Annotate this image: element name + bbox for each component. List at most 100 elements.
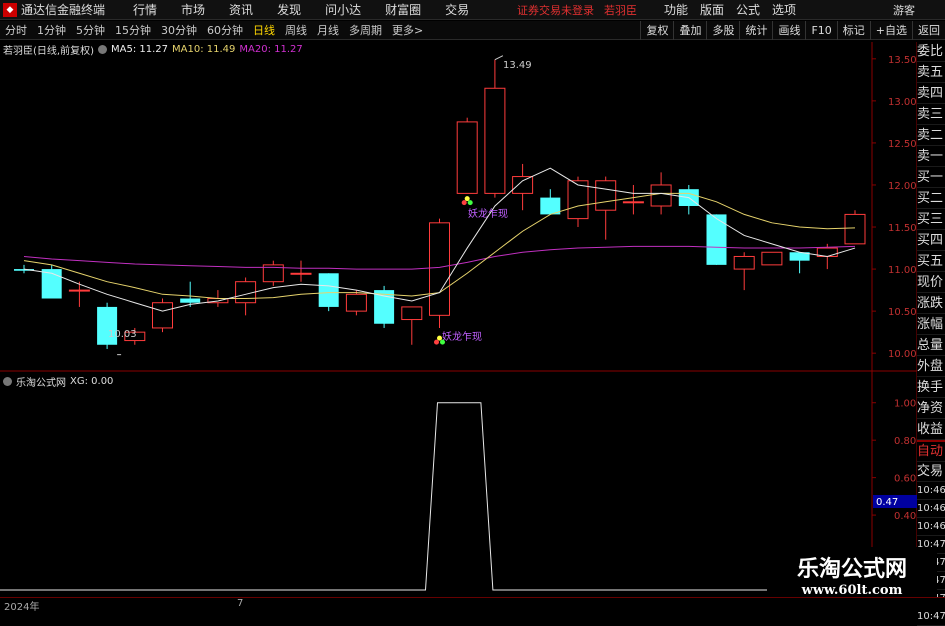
tool-back[interactable]: 返回 [912, 21, 945, 40]
side-tab[interactable]: 涨跌 [917, 293, 945, 314]
login-status-text: 证券交易未登录 [517, 3, 594, 17]
candle-body [318, 273, 339, 307]
stock-legend: 若羽臣(日线,前复权) MA5: 11.27 MA10: 11.49 MA20:… [3, 42, 303, 57]
period-15min[interactable]: 15分钟 [110, 22, 156, 38]
tool-f10[interactable]: F10 [805, 21, 836, 40]
period-multi[interactable]: 多周期 [344, 22, 387, 38]
price-tick-label: 11.50 [888, 223, 917, 234]
candle-body [68, 289, 90, 292]
cursor-value-label: 0.47 [876, 497, 898, 508]
period-more[interactable]: 更多> [387, 22, 428, 38]
candle-body [678, 189, 699, 206]
candle-body [207, 298, 229, 304]
tool-stats[interactable]: 统计 [739, 21, 772, 40]
side-tab[interactable]: 交易 [917, 462, 945, 482]
side-tab[interactable]: 买一 [917, 167, 945, 188]
tool-mark[interactable]: 标记 [836, 21, 870, 40]
low-label: 10.03 [108, 329, 137, 340]
side-tab[interactable]: 收益 [917, 419, 945, 440]
side-tab[interactable]: 卖二 [917, 125, 945, 146]
side-tab[interactable]: 买五 [917, 251, 945, 272]
menu-layout[interactable]: 版面 [700, 1, 724, 18]
price-tick-label: 10.00 [888, 349, 917, 360]
price-tick-label: 11.00 [888, 265, 917, 276]
candle-body [567, 180, 589, 220]
side-tab[interactable]: 买四 [917, 230, 945, 251]
menu-ask[interactable]: 问小达 [313, 1, 373, 18]
side-tab[interactable]: 买三 [917, 209, 945, 230]
menu-wealth[interactable]: 财富圈 [373, 1, 433, 18]
side-tab[interactable]: 委比 [917, 41, 945, 62]
menu-market[interactable]: 市场 [169, 1, 217, 18]
side-tab[interactable]: 现价 [917, 272, 945, 293]
login-status[interactable]: 证券交易未登录 若羽臣 [517, 2, 637, 18]
settings-dot-icon[interactable] [97, 45, 107, 54]
side-tab[interactable]: 总量 [917, 335, 945, 356]
menu-news[interactable]: 资讯 [217, 1, 265, 18]
menu-options[interactable]: 选项 [772, 1, 796, 18]
candle-body [595, 180, 617, 211]
candles [14, 59, 866, 349]
period-5min[interactable]: 5分钟 [71, 22, 110, 38]
tick-time: 10:46 [917, 500, 945, 518]
price-chart[interactable]: 13.50 13.00 12.50 12.00 11.50 11.00 10.50 10.00… [0, 0, 945, 609]
period-60min[interactable]: 60分钟 [202, 22, 248, 38]
candle-body [152, 302, 173, 329]
tool-adjust[interactable]: 复权 [640, 21, 673, 40]
candle-body [41, 269, 62, 299]
watermark-url: www.60lt.com [801, 583, 903, 598]
candle-body [789, 252, 810, 261]
guest-label[interactable]: 游客 [893, 2, 915, 18]
price-tick-label: 12.00 [888, 181, 917, 192]
annotations: 13.49 10.03 妖龙乍现 妖龙乍现 [108, 60, 532, 345]
period-daily[interactable]: 日线 [248, 22, 280, 38]
signal-dot-icon [461, 200, 467, 206]
side-tab[interactable]: 外盘 [917, 356, 945, 377]
side-tab[interactable]: 换手 [917, 377, 945, 398]
tool-add-watchlist[interactable]: +自选 [869, 21, 912, 40]
tool-multistock[interactable]: 多股 [706, 21, 739, 40]
side-tab[interactable]: 净资 [917, 398, 945, 419]
candle-body [345, 293, 367, 312]
menu-quotes[interactable]: 行情 [121, 1, 169, 18]
signal-label-1: 妖龙乍现 [468, 207, 508, 220]
period-weekly[interactable]: 周线 [280, 22, 312, 38]
tool-draw[interactable]: 画线 [772, 21, 805, 40]
menu-discover[interactable]: 发现 [265, 1, 313, 18]
period-30min[interactable]: 30分钟 [156, 22, 202, 38]
side-tab[interactable]: 卖五 [917, 62, 945, 83]
menu-function[interactable]: 功能 [664, 1, 688, 18]
period-1min[interactable]: 1分钟 [32, 22, 71, 38]
indicator-name[interactable]: 乐淘公式网 [16, 374, 66, 389]
stock-name[interactable]: 若羽臣(日线,前复权) [3, 42, 94, 57]
indicator-tick-label: 0.60 [894, 474, 916, 485]
side-tab[interactable]: 卖四 [917, 83, 945, 104]
candle-body [124, 331, 146, 342]
app-title: 通达信金融终端 [21, 3, 106, 17]
side-tab[interactable]: 卖三 [917, 104, 945, 125]
menu-trade[interactable]: 交易 [433, 1, 481, 18]
menu-formula[interactable]: 公式 [736, 1, 760, 18]
indicator-settings-icon[interactable] [3, 377, 12, 386]
side-tab[interactable]: 涨幅 [917, 314, 945, 335]
period-intraday[interactable]: 分时 [0, 22, 32, 38]
title-bar: ◆ 通达信金融终端 行情 市场 资讯 发现 问小达 财富圈 交易 证券交易未登录… [0, 0, 945, 20]
tool-overlay[interactable]: 叠加 [673, 21, 706, 40]
signal-dot-icon [464, 196, 470, 202]
price-tick-label: 13.00 [888, 97, 917, 108]
side-tab[interactable]: 卖一 [917, 146, 945, 167]
candle-body [290, 272, 312, 275]
indicator-tick-label: 0.80 [894, 436, 916, 447]
price-tick-label: 10.50 [888, 307, 917, 318]
ma20-line [23, 245, 856, 270]
side-tab[interactable]: 自动 [917, 442, 945, 462]
candle-body [733, 255, 755, 270]
period-monthly[interactable]: 月线 [312, 22, 344, 38]
period-bar: 分时 1分钟 5分钟 15分钟 30分钟 60分钟 日线 周线 月线 多周期 更… [0, 21, 945, 40]
month-label: 7 [237, 598, 244, 609]
year-label: 2024年 [4, 602, 40, 613]
ma10-line [23, 192, 856, 300]
candle-body [761, 251, 783, 266]
side-tab[interactable]: 买二 [917, 188, 945, 209]
price-axis: 13.50 13.00 12.50 12.00 11.50 11.00 10.50 10.00 [872, 55, 917, 360]
